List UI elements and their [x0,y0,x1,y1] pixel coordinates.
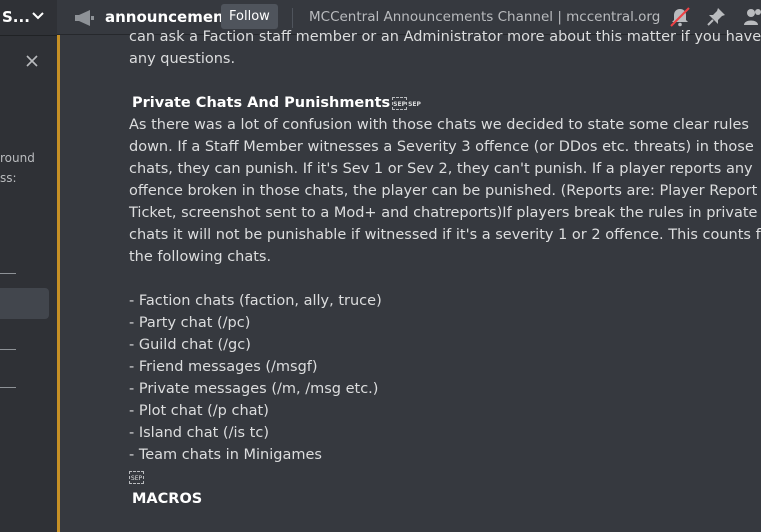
server-name: S... [2,8,30,26]
message-content: can ask a Faction staff member or an Adm… [129,29,761,510]
pin-icon[interactable] [706,7,726,27]
sidebar-divider [0,273,16,274]
chevron-down-icon [32,12,44,20]
message-line: any questions. [129,51,236,67]
list-item: - Guild chat (/gc) [129,337,251,353]
message-line: can ask a Faction staff member or an Adm… [129,29,761,45]
sidebar-text-fragment: ss: [0,171,17,185]
list-item: - Team chats in Minigames [129,447,322,463]
separator-glyph-icon: SEP [129,470,144,484]
list-item: - Friend messages (/msgf) [129,359,318,375]
channel-topic[interactable]: MCCentral Announcements Channel | mccent… [309,9,660,25]
close-icon[interactable] [24,53,40,69]
message-line: Ticket, screenshot sent to a Mod+ and ch… [129,205,758,221]
sidebar-item-active[interactable] [0,288,49,319]
separator-glyph-icon: SEP SEP [392,96,421,110]
list-item: - Faction chats (faction, ally, truce) [129,293,382,309]
sidebar-text-fragment: round [0,151,35,165]
section-heading-text: Private Chats And Punishments [132,95,391,111]
list-item: - Island chat (/is tc) [129,425,269,441]
section-heading: MACROS [132,491,203,507]
channel-sidebar: S... round ss: [0,0,57,532]
message-line: offence broken in those chats, the playe… [129,183,758,199]
sidebar-divider [0,349,16,350]
announcement-channel-icon [75,10,94,26]
list-item: - Plot chat (/p chat) [129,403,269,419]
list-item: - Private messages (/m, /msg etc.) [129,381,379,397]
header-divider [292,8,293,28]
notification-muted-icon[interactable] [669,7,691,27]
message-line: the following chats. [129,249,272,265]
message-highlight-bar [57,35,60,532]
server-header[interactable]: S... [0,0,57,36]
sidebar-divider [0,387,16,388]
list-item: - Party chat (/pc) [129,315,251,331]
section-heading: Private Chats And Punishments SEP SEP [129,92,749,114]
message-line: As there was a lot of confusion with tho… [129,117,749,133]
message-line: down. If a Staff Member witnesses a Seve… [129,139,754,155]
message-line: chats it will not be punishable if witne… [129,227,761,243]
message-line: chats, they can punish. If it's Sev 1 or… [129,161,753,177]
member-list-icon[interactable] [743,7,761,27]
channel-name: announcements [105,8,240,26]
